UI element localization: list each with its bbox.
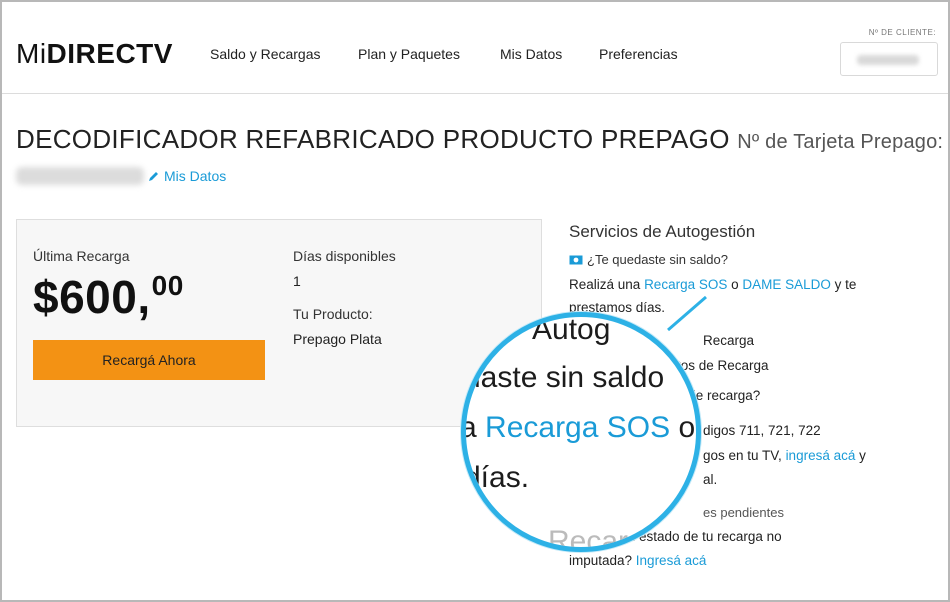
magnifier-pointer bbox=[667, 295, 707, 332]
mag-line-3-a: a bbox=[461, 411, 486, 444]
mag-line-3-b: o bbox=[670, 411, 696, 444]
mag-line-3: a Recarga SOS o bbox=[461, 411, 696, 445]
mag-line-1: Autog bbox=[532, 313, 611, 346]
mag-line-4: días. bbox=[464, 461, 530, 494]
mag-line-2: daste sin saldo bbox=[464, 361, 665, 394]
magnifier-circle: Autog daste sin saldo a Recarga SOS o dí… bbox=[461, 312, 701, 552]
mag-recarga-sos: Recarga SOS bbox=[485, 411, 671, 444]
magnifier-pointer-line bbox=[667, 295, 707, 332]
